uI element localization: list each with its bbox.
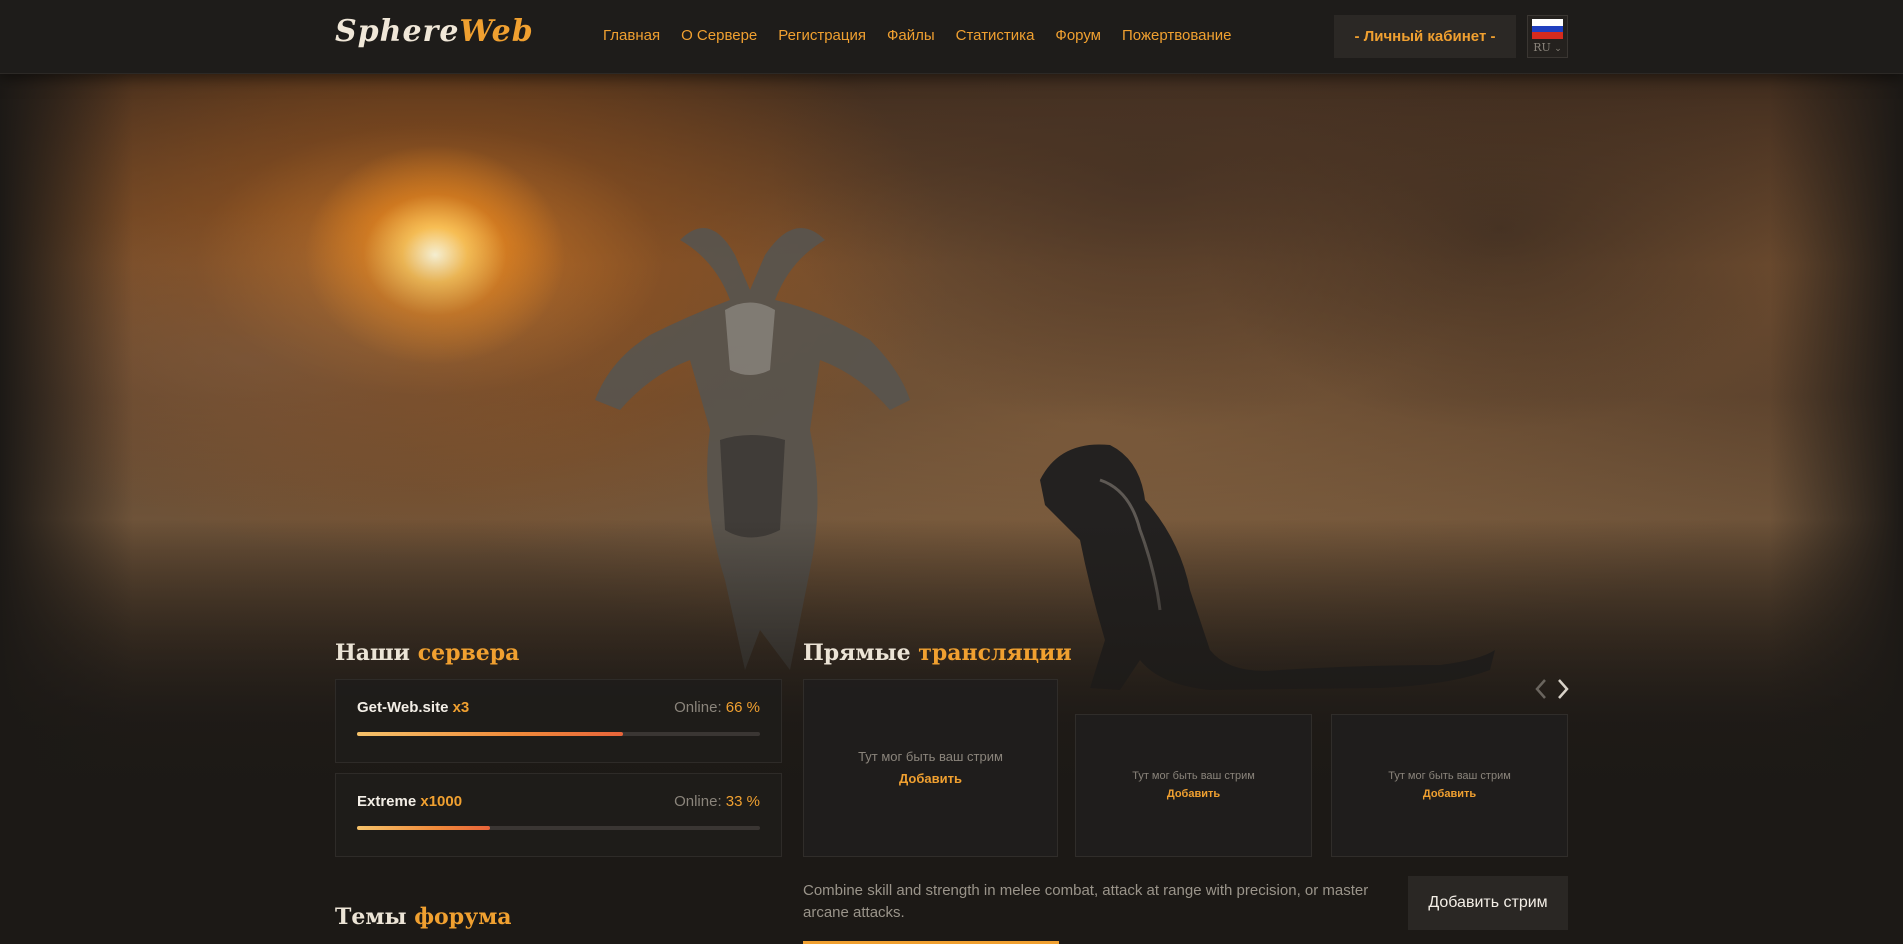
streams-description: Combine skill and strength in melee comb… [803,882,1369,921]
carousel-next-icon[interactable] [1553,676,1573,702]
stream-card[interactable]: Тут мог быть ваш стрим Добавить [1331,714,1568,857]
stream-add-link[interactable]: Добавить [1332,788,1567,800]
main-nav: Главная О Сервере Регистрация Файлы Стат… [603,27,1253,44]
nav-item-statistics[interactable]: Статистика [956,27,1035,44]
language-selector[interactable]: RU ⌄ [1527,15,1568,58]
server-online-bar [357,826,760,830]
nav-item-files[interactable]: Файлы [887,27,935,44]
streams-section-title: Прямые трансляции [803,640,1072,666]
add-stream-button[interactable]: Добавить стрим [1408,876,1568,930]
stream-placeholder-text: Тут мог быть ваш стрим [858,749,1003,764]
stream-add-link[interactable]: Добавить [1076,788,1311,800]
carousel-prev-icon[interactable] [1531,676,1551,702]
stream-placeholder-text: Тут мог быть ваш стрим [1388,770,1511,782]
chevron-down-icon: ⌄ [1554,44,1562,54]
language-code: RU ⌄ [1533,41,1562,54]
nav-item-home[interactable]: Главная [603,27,660,44]
flag-stripe-blue [1532,25,1563,33]
flag-stripe-white [1532,19,1563,26]
nav-item-about-server[interactable]: О Сервере [681,27,757,44]
dark-beast-figure [1040,444,1495,690]
server-card[interactable]: Extreme x1000 Online: 33 % [335,773,782,857]
server-online-bar-fill [357,826,490,830]
stream-card-featured[interactable]: Тут мог быть ваш стрим Добавить [803,679,1058,857]
server-online-status: Online: 33 % [674,793,760,810]
server-name: Extreme x1000 [357,793,463,810]
flag-stripe-red [1532,32,1563,39]
forum-section-title: Темы форума [335,904,512,930]
site-header: SphereWeb Главная О Сервере Регистрация … [0,0,1903,74]
server-online-bar-fill [357,732,623,736]
stream-placeholder-text: Тут мог быть ваш стрим [1132,770,1255,782]
nav-item-donation[interactable]: Пожертвование [1122,27,1232,44]
russia-flag-icon [1532,19,1563,39]
stream-add-link[interactable]: Добавить [804,771,1057,786]
server-online-status: Online: 66 % [674,699,760,716]
armored-demon-figure [595,228,910,670]
nav-item-registration[interactable]: Регистрация [778,27,866,44]
server-name: Get-Web.site x3 [357,699,470,716]
personal-cabinet-button[interactable]: - Личный кабинет - [1334,15,1516,58]
server-online-bar [357,732,760,736]
site-logo[interactable]: SphereWeb [335,14,534,49]
stream-card[interactable]: Тут мог быть ваш стрим Добавить [1075,714,1312,857]
server-card[interactable]: Get-Web.site x3 Online: 66 % [335,679,782,763]
nav-item-forum[interactable]: Форум [1055,27,1101,44]
servers-section-title: Наши сервера [335,640,520,666]
